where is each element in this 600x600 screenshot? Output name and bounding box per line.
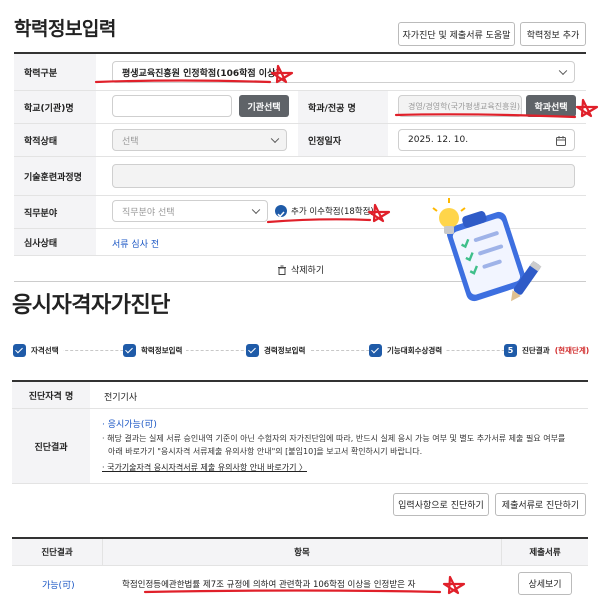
underline-annotation: [143, 589, 442, 594]
annotation-layer: [94, 64, 599, 595]
underline-annotation: [94, 79, 272, 84]
star-annotation: [367, 203, 391, 223]
star-annotation: [575, 98, 599, 118]
star-annotation: [270, 64, 294, 84]
star-annotation: [442, 575, 466, 595]
underline-annotation: [266, 218, 372, 224]
underline-annotation: [394, 113, 577, 119]
